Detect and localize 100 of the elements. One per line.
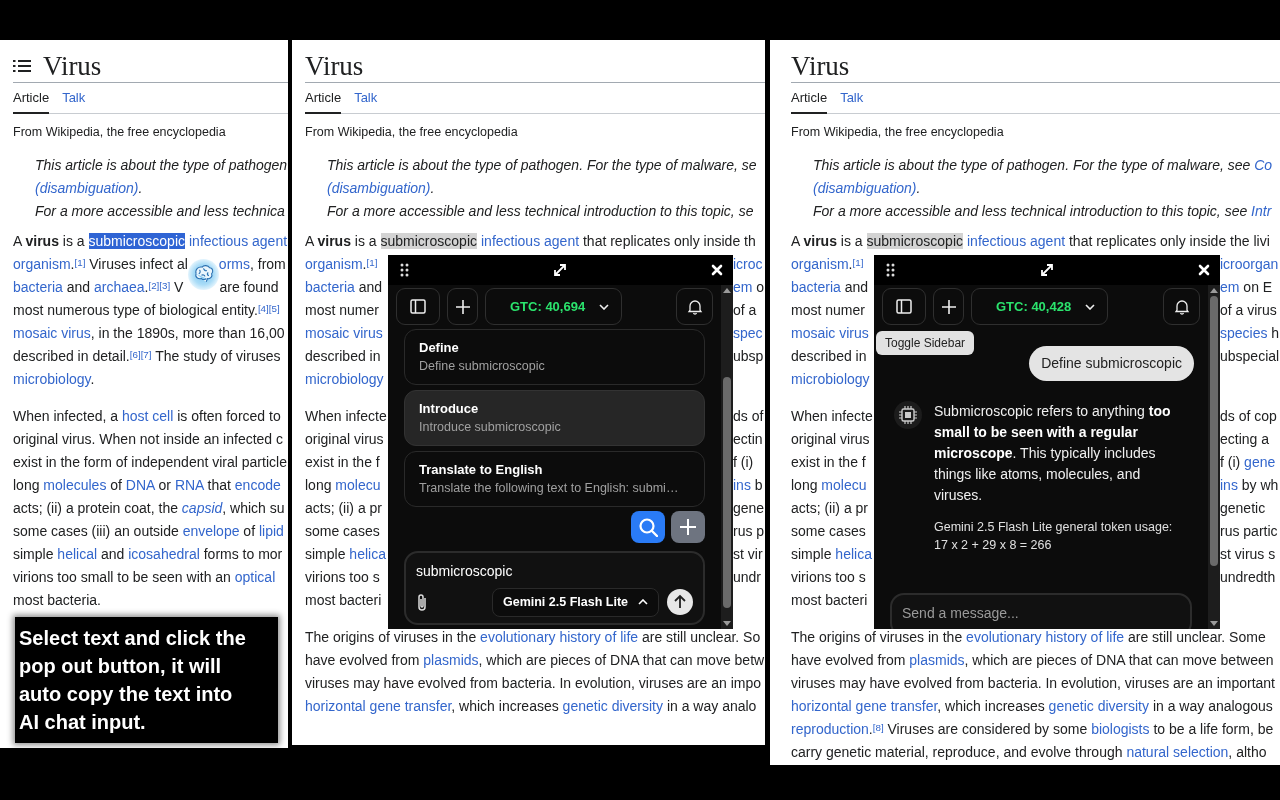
article-link[interactable]: icosahedral [128, 546, 200, 562]
scrollbar-thumb[interactable] [1210, 296, 1218, 567]
article-link[interactable]: organism [13, 256, 71, 272]
article-link[interactable]: mosaic virus [791, 325, 869, 341]
page-tab[interactable]: Talk [354, 88, 378, 114]
composer-box[interactable]: submicroscopic Gemini 2.5 Flash Lite [404, 551, 705, 625]
citation-link[interactable]: [1] [366, 256, 378, 268]
prompt-card[interactable]: Translate to English Translate the following text to English: submi… [404, 451, 705, 507]
article-link[interactable]: (disambiguation) [813, 180, 917, 196]
scroll-up-arrow[interactable] [723, 288, 731, 293]
article-link[interactable]: host cell [121, 408, 174, 424]
brain-button[interactable] [187, 259, 219, 290]
article-link[interactable]: microbiology [13, 371, 91, 387]
article-link[interactable]: (disambiguation) [35, 180, 139, 196]
page-tab[interactable]: Talk [840, 88, 864, 114]
article-link[interactable]: bacteria [13, 279, 63, 295]
citation-link[interactable]: [4][5] [257, 302, 280, 314]
article-link[interactable]: organism [305, 256, 363, 272]
article-link[interactable]: biologists [1091, 721, 1150, 737]
article-link[interactable]: species [1220, 325, 1268, 341]
new-chat-button[interactable] [933, 288, 964, 325]
article-link[interactable]: helical [57, 546, 98, 562]
message-field[interactable]: Send a message... [902, 601, 1180, 626]
article-link[interactable]: em [733, 279, 753, 295]
drag-handle-icon[interactable] [886, 263, 895, 277]
credits-dropdown[interactable]: GTC: 40,694 [485, 288, 623, 325]
search-button[interactable] [631, 511, 665, 543]
citation-link[interactable]: [6][7] [129, 348, 152, 360]
article-link[interactable]: gene [1244, 454, 1276, 470]
article-link[interactable]: icroc [733, 256, 763, 272]
article-link[interactable]: envelope [182, 523, 240, 539]
expand-icon[interactable] [1038, 262, 1055, 278]
close-icon[interactable] [711, 264, 723, 276]
article-link[interactable]: horizontal gene transfer [305, 698, 452, 714]
article-link[interactable]: mosaic virus [305, 325, 383, 341]
article-link[interactable]: plasmids [423, 652, 479, 668]
article-link[interactable]: microbiology [305, 371, 384, 387]
close-icon[interactable] [1198, 264, 1210, 276]
scrollbar[interactable] [721, 285, 733, 629]
scroll-down-arrow[interactable] [723, 621, 731, 626]
article-link[interactable]: Intr [1251, 203, 1272, 219]
article-link[interactable]: horizontal gene transfer [791, 698, 938, 714]
page-tab[interactable]: Article [305, 88, 342, 114]
expand-icon[interactable] [552, 262, 568, 278]
citation-link[interactable]: [8] [872, 721, 884, 733]
article-link[interactable]: icroorgan [1220, 256, 1279, 272]
composer-box[interactable]: Send a message... [890, 593, 1192, 629]
article-link[interactable]: reproduction [791, 721, 869, 737]
add-button[interactable] [671, 511, 705, 543]
citation-link[interactable]: [1] [852, 256, 864, 268]
new-chat-button[interactable] [447, 288, 478, 325]
citation-link[interactable]: [1] [74, 256, 86, 268]
article-link[interactable]: orms [218, 256, 250, 272]
scrollbar-thumb[interactable] [723, 376, 731, 609]
notifications-button[interactable] [676, 288, 713, 325]
article-link[interactable]: lipid [258, 523, 284, 539]
article-link[interactable]: genetic diversity [562, 698, 663, 714]
sidebar-toggle-button[interactable] [882, 288, 926, 325]
scroll-up-arrow[interactable] [1210, 288, 1218, 293]
article-link[interactable]: organism [791, 256, 849, 272]
article-link[interactable]: helica [349, 546, 386, 562]
article-link[interactable]: capsid [181, 500, 223, 516]
page-tab[interactable]: Article [791, 88, 828, 114]
article-link[interactable]: infectious agent [967, 233, 1066, 249]
credits-dropdown[interactable]: GTC: 40,428 [971, 288, 1109, 325]
article-link[interactable]: em [1220, 279, 1240, 295]
article-link[interactable]: mosaic virus [13, 325, 91, 341]
notifications-button[interactable] [1163, 288, 1200, 325]
article-link[interactable]: RNA [174, 477, 204, 493]
article-link[interactable]: microbiology [791, 371, 870, 387]
prompt-card[interactable]: Introduce Introduce submicroscopic [404, 390, 705, 446]
article-link[interactable]: (disambiguation) [327, 180, 431, 196]
menu-icon[interactable] [13, 58, 31, 73]
page-tab[interactable]: Talk [62, 88, 86, 114]
drag-handle-icon[interactable] [400, 263, 409, 277]
article-link[interactable]: archaea [93, 279, 145, 295]
article-link[interactable]: spec [733, 325, 763, 341]
article-link[interactable]: DNA [125, 477, 155, 493]
prompt-card[interactable]: Define Define submicroscopic [404, 329, 705, 385]
article-link[interactable]: evolutionary history of life [966, 629, 1125, 645]
article-link[interactable]: bacteria [305, 279, 355, 295]
article-link[interactable]: genetic diversity [1048, 698, 1149, 714]
send-button[interactable] [667, 589, 693, 616]
sidebar-toggle-button[interactable] [396, 288, 440, 325]
model-dropdown[interactable]: Gemini 2.5 Flash Lite [491, 588, 659, 617]
page-tab[interactable]: Article [13, 88, 50, 114]
article-link[interactable]: helica [835, 546, 872, 562]
article-link[interactable]: Co [1254, 157, 1273, 173]
article-link[interactable]: molecules [43, 477, 107, 493]
attach-button[interactable] [416, 593, 426, 612]
article-link[interactable]: molecu [821, 477, 867, 493]
citation-link[interactable]: [2][3] [148, 279, 171, 291]
article-link[interactable]: infectious agent [189, 233, 288, 249]
article-link[interactable]: evolutionary history of life [480, 629, 639, 645]
article-link[interactable]: bacteria [791, 279, 841, 295]
article-link[interactable]: encode [234, 477, 281, 493]
scroll-down-arrow[interactable] [1210, 621, 1218, 626]
article-link[interactable]: plasmids [909, 652, 965, 668]
article-link[interactable]: ins [733, 477, 751, 493]
article-link[interactable]: molecu [335, 477, 381, 493]
